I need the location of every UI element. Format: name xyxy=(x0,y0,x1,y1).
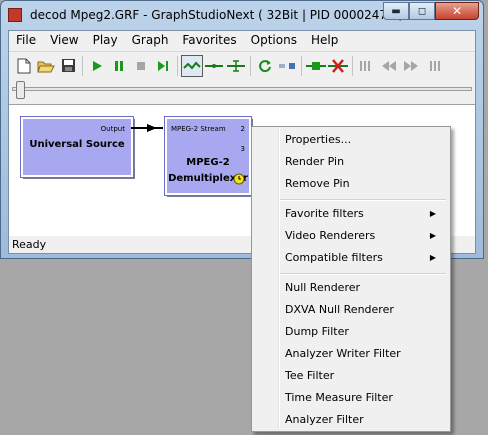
pin-input-label: MPEG-2 Stream xyxy=(171,125,226,133)
menu-item-dump-filter[interactable]: Dump Filter xyxy=(252,321,450,343)
menu-item-analyzer-writer-filter[interactable]: Analyzer Writer Filter xyxy=(252,343,450,365)
seek-track xyxy=(12,87,472,91)
delete-filter-icon[interactable] xyxy=(327,55,349,77)
filter-universal-source[interactable]: Output Universal Source xyxy=(20,116,134,178)
close-button[interactable]: ✕ xyxy=(435,2,479,20)
play-icon[interactable] xyxy=(86,55,108,77)
previous-frame-icon[interactable] xyxy=(356,55,378,77)
menu-separator xyxy=(280,199,446,201)
maximize-button[interactable]: ◻ xyxy=(409,2,435,20)
menu-favorites[interactable]: Favorites xyxy=(175,31,243,49)
menu-item-label: Compatible filters xyxy=(285,251,383,264)
menu-item-video-renderers[interactable]: Video Renderers ▶ xyxy=(252,225,450,247)
split-connector-icon[interactable] xyxy=(225,55,247,77)
disconnect-icon[interactable] xyxy=(276,55,298,77)
menu-separator xyxy=(280,273,446,275)
menu-item-compatible-filters[interactable]: Compatible filters ▶ xyxy=(252,247,450,269)
context-menu: Properties... Render Pin Remove Pin Favo… xyxy=(251,126,451,432)
menu-item-time-measure-filter[interactable]: Time Measure Filter xyxy=(252,387,450,409)
pin-output-label: Output xyxy=(100,125,125,133)
filter-name-line1: MPEG-2 xyxy=(186,157,230,168)
menu-item-properties[interactable]: Properties... xyxy=(252,129,450,151)
menu-view[interactable]: View xyxy=(43,31,85,49)
menu-item-dxva-null-renderer[interactable]: DXVA Null Renderer xyxy=(252,299,450,321)
menu-options[interactable]: Options xyxy=(244,31,304,49)
menu-graph[interactable]: Graph xyxy=(125,31,176,49)
menu-help[interactable]: Help xyxy=(304,31,345,49)
step-forward-icon[interactable] xyxy=(152,55,174,77)
seek-slider[interactable] xyxy=(12,81,472,99)
filter-name: Universal Source xyxy=(29,139,125,150)
next-frame-icon[interactable] xyxy=(422,55,444,77)
menu-item-label: Favorite filters xyxy=(285,207,364,220)
menu-item-null-renderer[interactable]: Null Renderer xyxy=(252,277,450,299)
seek-thumb[interactable] xyxy=(16,81,25,99)
rewind-icon[interactable] xyxy=(378,55,400,77)
minimize-button[interactable]: ▬ xyxy=(383,2,409,20)
menu-play[interactable]: Play xyxy=(86,31,125,49)
pin-output-3-label: 3 xyxy=(240,145,245,153)
refresh-icon[interactable] xyxy=(254,55,276,77)
pin-connection-arrow xyxy=(131,124,163,132)
pin-output-2-label: 2 xyxy=(240,125,245,133)
line-connector-icon[interactable] xyxy=(203,55,225,77)
menu-item-favorite-filters[interactable]: Favorite filters ▶ xyxy=(252,203,450,225)
menu-bar: File View Play Graph Favorites Options H… xyxy=(9,31,475,49)
menu-file[interactable]: File xyxy=(9,31,43,49)
clock-icon xyxy=(233,173,245,188)
insert-filter-icon[interactable] xyxy=(305,55,327,77)
menu-item-remove-pin[interactable]: Remove Pin xyxy=(252,173,450,195)
menu-item-label: Video Renderers xyxy=(285,229,376,242)
app-icon xyxy=(8,8,22,22)
toolbar xyxy=(9,51,475,79)
filter-mpeg2-demultiplexer[interactable]: MPEG-2 Stream 2 3 MPEG-2 Demultiplexer xyxy=(164,116,252,196)
submenu-arrow-icon: ▶ xyxy=(429,209,436,218)
stop-icon[interactable] xyxy=(130,55,152,77)
open-folder-icon[interactable] xyxy=(35,55,57,77)
menu-item-tee-filter[interactable]: Tee Filter xyxy=(252,365,450,387)
submenu-arrow-icon: ▶ xyxy=(429,253,436,262)
submenu-arrow-icon: ▶ xyxy=(429,231,436,240)
title-bar[interactable]: decod Mpeg2.GRF - GraphStudioNext ( 32Bi… xyxy=(1,1,483,29)
save-icon[interactable] xyxy=(57,55,79,77)
connect-mode-icon[interactable] xyxy=(181,54,203,77)
window-title: decod Mpeg2.GRF - GraphStudioNext ( 32Bi… xyxy=(30,8,404,22)
menu-item-analyzer-filter[interactable]: Analyzer Filter xyxy=(252,409,450,431)
new-file-icon[interactable] xyxy=(13,55,35,77)
pause-icon[interactable] xyxy=(108,55,130,77)
fast-forward-icon[interactable] xyxy=(400,55,422,77)
menu-item-render-pin[interactable]: Render Pin xyxy=(252,151,450,173)
